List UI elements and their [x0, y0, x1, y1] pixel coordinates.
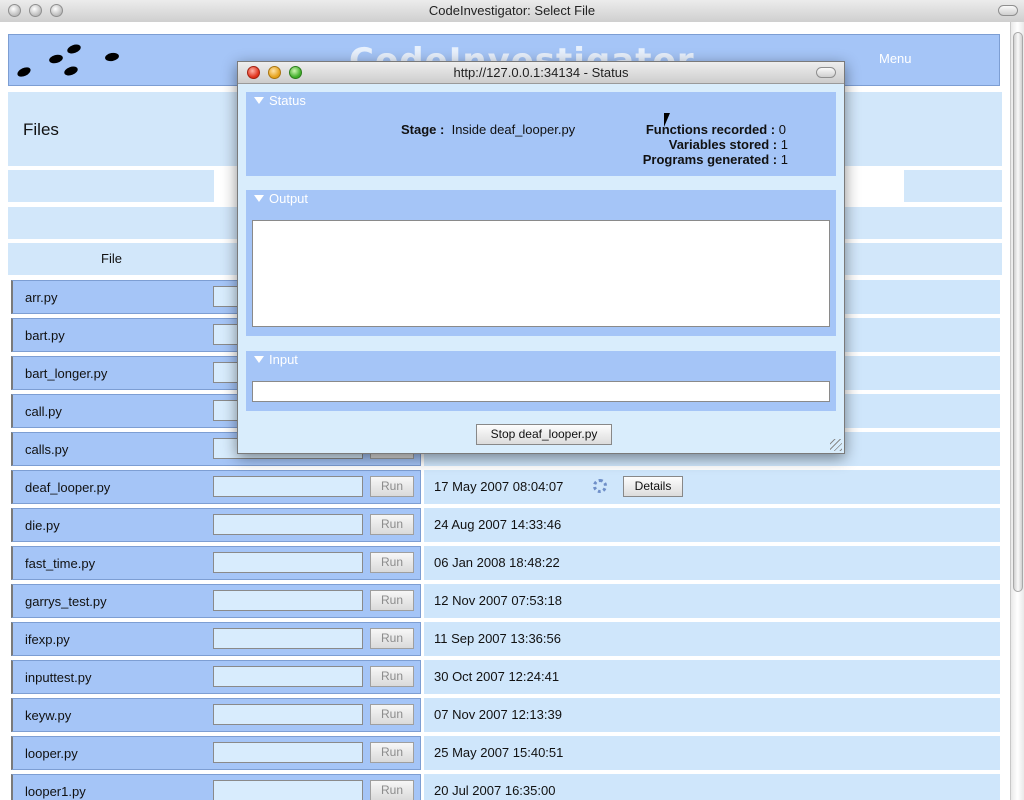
file-info-cell: 20 Jul 2007 16:35:00 [424, 774, 1000, 800]
input-section-toggle[interactable]: Input [254, 352, 298, 367]
file-info-cell: 25 May 2007 15:40:51 [424, 736, 1000, 770]
file-name[interactable]: looper.py [25, 746, 78, 761]
arguments-input[interactable] [213, 628, 363, 649]
status-toolbar-toggle-button[interactable] [816, 67, 836, 78]
file-name[interactable]: keyw.py [25, 708, 71, 723]
table-row: fast_time.py Run 06 Jan 2008 18:48:22 [8, 545, 1002, 581]
run-button[interactable]: Run [370, 742, 414, 763]
modified-date: 20 Jul 2007 16:35:00 [434, 783, 556, 798]
file-info-cell: 12 Nov 2007 07:53:18 [424, 584, 1000, 618]
table-row: garrys_test.py Run 12 Nov 2007 07:53:18 [8, 583, 1002, 619]
modified-date: 17 May 2007 08:04:07 [434, 479, 564, 494]
output-section-toggle[interactable]: Output [254, 191, 308, 206]
run-button[interactable]: Run [370, 628, 414, 649]
output-section: Output [246, 190, 836, 336]
arguments-input[interactable] [213, 742, 363, 763]
file-info-cell: 11 Sep 2007 13:36:56 [424, 622, 1000, 656]
page-title: Files [23, 120, 59, 139]
run-button[interactable]: Run [370, 476, 414, 497]
run-button[interactable]: Run [370, 666, 414, 687]
table-row: inputtest.py Run 30 Oct 2007 12:24:41 [8, 659, 1002, 695]
file-name[interactable]: deaf_looper.py [25, 480, 110, 495]
input-section: Input [246, 351, 836, 411]
run-button[interactable]: Run [370, 704, 414, 725]
table-row: looper.py Run 25 May 2007 15:40:51 [8, 735, 1002, 771]
file-name[interactable]: fast_time.py [25, 556, 95, 571]
status-window-titlebar: http://127.0.0.1:34134 - Status [238, 62, 844, 84]
menu-link[interactable]: Menu [879, 51, 912, 66]
run-button[interactable]: Run [370, 590, 414, 611]
modified-date: 25 May 2007 15:40:51 [434, 745, 564, 760]
status-section: Status Stage : Inside deaf_looper.py Fun… [246, 92, 836, 176]
file-name[interactable]: bart.py [25, 328, 65, 343]
file-name[interactable]: arr.py [25, 290, 58, 305]
window-titlebar: CodeInvestigator: Select File [0, 0, 1024, 23]
window-title: CodeInvestigator: Select File [428, 3, 596, 18]
run-button[interactable]: Run [370, 514, 414, 535]
stage-row: Stage : Inside deaf_looper.py [401, 122, 576, 137]
details-button[interactable]: Details [623, 476, 683, 497]
arguments-input[interactable] [213, 590, 363, 611]
file-name[interactable]: calls.py [25, 442, 68, 457]
file-name[interactable]: bart_longer.py [25, 366, 107, 381]
modified-date: 06 Jan 2008 18:48:22 [434, 555, 560, 570]
modified-date: 11 Sep 2007 13:36:56 [434, 631, 561, 646]
file-name[interactable]: inputtest.py [25, 670, 92, 685]
mouse-pointer-icon [664, 113, 670, 127]
vertical-scrollbar[interactable] [1010, 22, 1024, 800]
table-row: die.py Run 24 Aug 2007 14:33:46 [8, 507, 1002, 543]
arguments-input[interactable] [213, 666, 363, 687]
file-name[interactable]: looper1.py [25, 784, 86, 799]
variables-stored-row: Variables stored : 1 [668, 137, 788, 152]
file-info-cell: 24 Aug 2007 14:33:46 [424, 508, 1000, 542]
file-info-cell: 30 Oct 2007 12:24:41 [424, 660, 1000, 694]
functions-recorded-row: Functions recorded : 0 [645, 122, 786, 137]
file-name[interactable]: garrys_test.py [25, 594, 107, 609]
file-name[interactable]: die.py [25, 518, 60, 533]
program-input-field[interactable] [252, 381, 830, 402]
table-row: keyw.py Run 07 Nov 2007 12:13:39 [8, 697, 1002, 733]
resize-grip-icon[interactable] [830, 439, 842, 451]
filter-panel-right [904, 170, 1002, 202]
status-section-toggle[interactable]: Status [254, 93, 306, 108]
file-info-cell: 06 Jan 2008 18:48:22 [424, 546, 1000, 580]
output-textarea[interactable] [252, 220, 830, 327]
scrollbar-thumb[interactable] [1013, 32, 1023, 592]
arguments-input[interactable] [213, 514, 363, 535]
toolbar-toggle-button[interactable] [998, 5, 1018, 16]
file-name[interactable]: ifexp.py [25, 632, 70, 647]
programs-generated-row: Programs generated : 1 [642, 152, 788, 167]
stop-program-button[interactable]: Stop deaf_looper.py [476, 424, 612, 445]
disclosure-triangle-icon [254, 195, 264, 202]
file-info-cell: 07 Nov 2007 12:13:39 [424, 698, 1000, 732]
run-button[interactable]: Run [370, 780, 414, 800]
file-info-cell: 17 May 2007 08:04:07 Details [424, 470, 1000, 504]
loading-spinner-icon [593, 479, 607, 493]
arguments-input[interactable] [213, 780, 363, 800]
run-button[interactable]: Run [370, 552, 414, 573]
arguments-input[interactable] [213, 552, 363, 573]
modified-date: 12 Nov 2007 07:53:18 [434, 593, 562, 608]
disclosure-triangle-icon [254, 97, 264, 104]
modified-date: 24 Aug 2007 14:33:46 [434, 517, 562, 532]
status-window: http://127.0.0.1:34134 - Status Status S… [237, 61, 845, 454]
arguments-input[interactable] [213, 476, 363, 497]
table-row: looper1.py Run 20 Jul 2007 16:35:00 [8, 773, 1002, 800]
modified-date: 30 Oct 2007 12:24:41 [434, 669, 560, 684]
file-column-header: File [101, 251, 122, 266]
filter-panel-left [8, 170, 214, 202]
arguments-input[interactable] [213, 704, 363, 725]
table-row: deaf_looper.py Run 17 May 2007 08:04:07 Det… [8, 469, 1002, 505]
disclosure-triangle-icon [254, 356, 264, 363]
status-window-title: http://127.0.0.1:34134 - Status [453, 65, 629, 80]
modified-date: 07 Nov 2007 12:13:39 [434, 707, 562, 722]
table-row: ifexp.py Run 11 Sep 2007 13:36:56 [8, 621, 1002, 657]
file-name[interactable]: call.py [25, 404, 62, 419]
